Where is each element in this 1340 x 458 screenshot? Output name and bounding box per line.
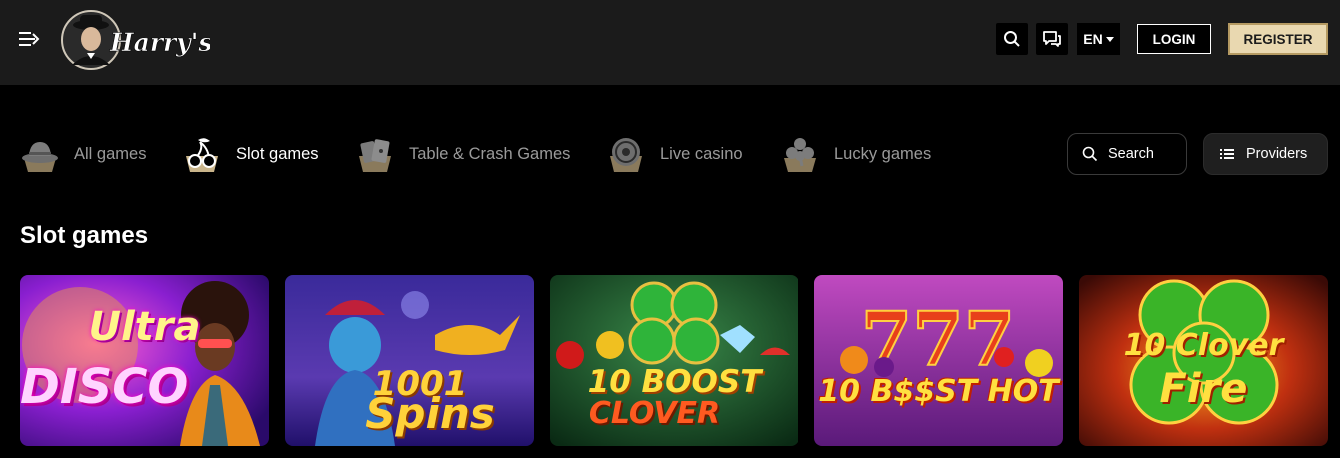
game-title-line1: 10 BOOST (587, 364, 762, 400)
game-tile-10-boost-clover[interactable]: 10 BOOST CLOVER (550, 275, 799, 446)
category-label: Lucky games (834, 144, 932, 163)
game-tile-10-boost-hot[interactable]: 777 10 B$$ST HOT (814, 275, 1063, 446)
roulette-icon (610, 138, 642, 172)
cherries-icon (186, 138, 218, 172)
game-title-line2: Spins (365, 389, 495, 438)
register-button[interactable]: REGISTER (1228, 23, 1328, 55)
search-icon (1082, 146, 1098, 162)
game-title-line2: Fire (1159, 366, 1248, 412)
chevron-down-icon (1105, 36, 1114, 42)
list-icon (1220, 149, 1234, 159)
chat-icon (1043, 31, 1061, 47)
cards-icon (359, 139, 391, 172)
search-header-button[interactable] (996, 23, 1028, 55)
category-live-casino[interactable]: Live casino (606, 134, 743, 174)
brand-logo[interactable]: Harry's (60, 9, 213, 71)
game-tile-1001-spins[interactable]: 1001 Spins (285, 275, 534, 446)
game-tile-ultra-disco[interactable]: Ultra DISCO (20, 275, 269, 446)
login-button[interactable]: LOGIN (1137, 24, 1211, 54)
chat-button[interactable] (1036, 23, 1068, 55)
section-title: Slot games (20, 222, 149, 249)
game-title-line2: DISCO (20, 359, 189, 415)
game-title-line2: CLOVER (588, 396, 721, 431)
language-label: EN (1083, 31, 1103, 47)
game-tile-10-clover-fire[interactable]: 10 Clover Fire (1079, 275, 1328, 446)
game-title-line1: 10 B$$ST HOT (818, 374, 1059, 409)
category-label: All games (74, 144, 147, 163)
hat-icon (22, 142, 58, 172)
category-table-crash-games[interactable]: Table & Crash Games (355, 134, 570, 174)
category-all-games[interactable]: All games (20, 134, 146, 174)
search-label: Search (1108, 146, 1154, 162)
providers-label: Providers (1246, 146, 1308, 162)
game-search-button[interactable]: Search (1067, 133, 1187, 175)
category-label: Slot games (236, 144, 319, 163)
game-title-line1: 10 Clover (1123, 328, 1284, 363)
menu-toggle-icon[interactable] (18, 28, 40, 50)
category-lucky-games[interactable]: Lucky games (780, 134, 931, 174)
category-label: Table & Crash Games (409, 144, 571, 163)
search-icon (1004, 31, 1020, 47)
category-slot-games[interactable]: Slot games (182, 134, 319, 174)
providers-button[interactable]: Providers (1203, 133, 1328, 175)
language-selector[interactable]: EN (1077, 23, 1120, 55)
game-artwork: 777 (814, 275, 1063, 446)
clover-icon (784, 138, 816, 172)
top-header: Harry's EN LOGIN REGISTER (0, 0, 1340, 85)
brand-wordmark: Harry's (109, 28, 210, 57)
game-title-line1: Ultra (88, 304, 201, 350)
category-label: Live casino (660, 144, 743, 163)
